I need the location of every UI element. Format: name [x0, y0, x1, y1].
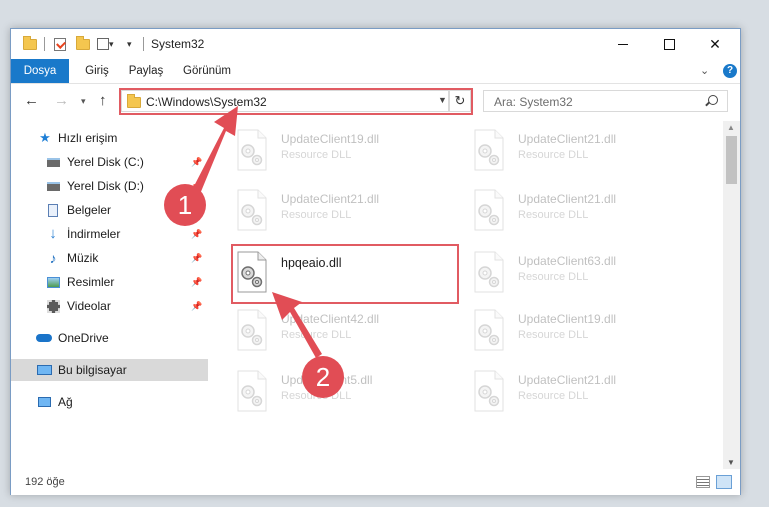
step-2-badge: 2 — [302, 356, 344, 398]
step-1-badge: 1 — [164, 184, 206, 226]
arrow-to-address-bar — [192, 106, 238, 194]
annotation-arrows — [192, 106, 322, 358]
arrow-to-file — [272, 292, 322, 358]
